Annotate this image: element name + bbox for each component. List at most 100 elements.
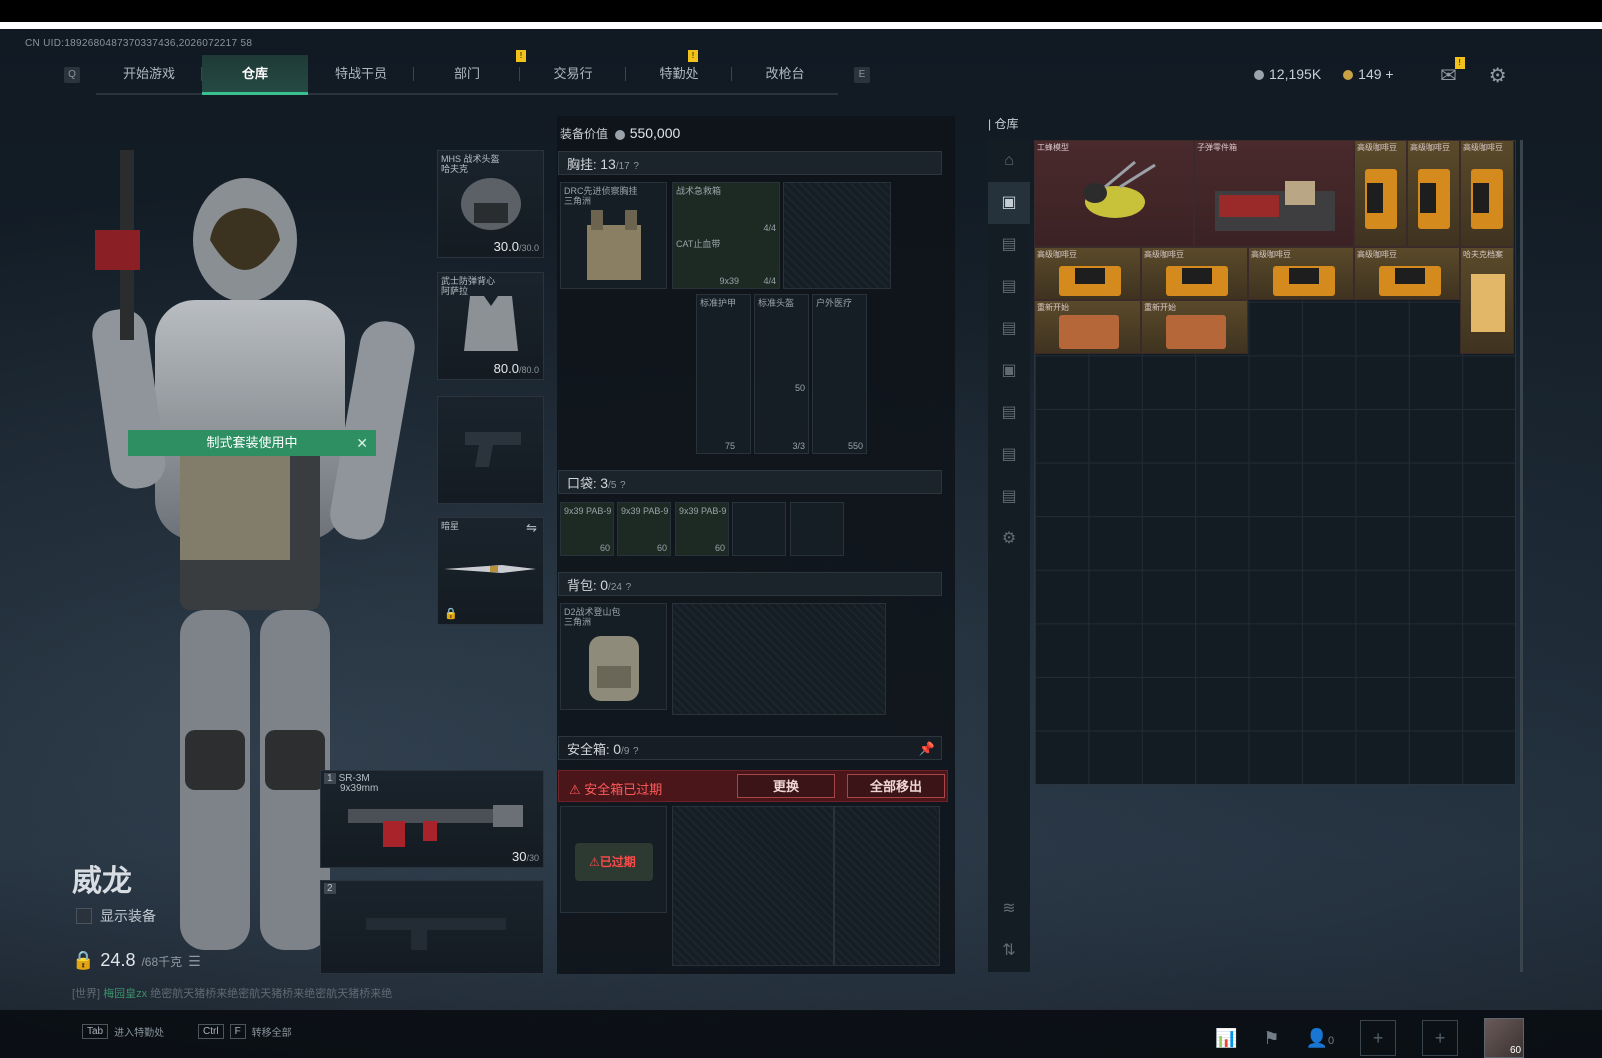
storage-tab-3-icon[interactable]: ▤ [988,266,1030,308]
warehouse-item-coffee-4[interactable]: 高级咖啡豆 [1034,247,1141,300]
top-black-bar [0,0,1602,22]
secondary-weapon-slot[interactable]: 2 [320,880,544,974]
warehouse-scrollbar[interactable] [1520,140,1523,972]
primary-weapon-slot[interactable]: 1 SR-3M 9x39mm 30/30 [320,770,544,868]
pocket-item-3[interactable]: 9x39 PAB-9 60 [675,502,729,556]
chest-storage-a[interactable]: 战术急救箱 4/4 CAT止血带 4/4 9x39 [672,182,780,289]
warehouse-item-coffee-2[interactable]: 高级咖啡豆 [1407,140,1460,247]
rifle-silhouette-icon [366,918,506,950]
coffee-bag-icon [1166,266,1228,296]
help-icon[interactable]: ? [626,582,632,593]
tab-warehouse[interactable]: 仓库 [202,55,308,95]
safe-storage-b[interactable] [834,806,940,966]
top-right-icons: ✉! ⚙ [1440,57,1507,88]
safe-box-slot[interactable]: ⚠已过期 [560,806,667,913]
tab-special-ops[interactable]: 特勤处! [626,50,732,93]
close-icon[interactable]: ✕ [356,430,368,456]
warehouse-item-coffee-1[interactable]: 高级咖啡豆 [1354,140,1407,247]
invite-slot-1-button[interactable]: + [1360,1020,1397,1056]
warehouse-item-wasp-model[interactable]: 工蜂模型 [1034,140,1194,247]
tab-department[interactable]: 部门! [414,50,526,93]
backpack-storage[interactable] [672,603,886,715]
storage-tab-7-icon[interactable]: ▤ [988,434,1030,476]
player-avatar[interactable]: 60 [1484,1018,1525,1058]
warehouse-item-coffee-3[interactable]: 高级咖啡豆 [1460,140,1514,247]
add-currency-button[interactable]: + [1385,66,1393,82]
replace-button[interactable]: 更换 [737,774,835,798]
storage-tab-6-icon[interactable]: ▤ [988,392,1030,434]
transfer-all-hint[interactable]: Ctrl F 转移全部 [198,1024,292,1039]
pocket-empty-1[interactable] [732,502,786,556]
invite-slot-2-button[interactable]: + [1422,1020,1459,1056]
coffee-bag-icon [1471,169,1503,229]
all-items-icon[interactable]: ⌂ [988,140,1030,182]
armor-slot[interactable]: 武士防弹背心 阿萨拉 80.0/80.0 [437,272,544,380]
sort-icon[interactable]: ⇅ [988,930,1030,972]
nav-right-key[interactable]: E [854,67,870,83]
helmet-slot[interactable]: MHS 战术头盔 哈夫克 30.0/30.0 [437,150,544,258]
notice-badge-icon: ! [1454,57,1465,69]
stats-chart-icon[interactable]: 📊 [1215,1028,1237,1049]
safe-expired-bar: ⚠ 安全箱已过期 更换 全部移出 [558,770,948,802]
chest-rig-slot[interactable]: DRC先进侦察胸挂 三角洲 [560,182,667,289]
leather-case-icon [1166,315,1226,349]
warehouse-title: | 仓库 [988,117,1019,131]
warehouse-item-coffee-5[interactable]: 高级咖啡豆 [1141,247,1248,300]
backpack-header: 背包: 0/24 ? [558,572,942,596]
nav-left-key[interactable]: Q [64,67,80,83]
storage-settings-icon[interactable]: ⚙ [988,518,1030,560]
silver-coin-icon [614,129,625,140]
main-nav: Q 开始游戏 仓库 特战干员 部门! 交易行 特勤处! 改枪台 E [64,50,870,95]
pocket-empty-2[interactable] [790,502,844,556]
swap-icon[interactable]: ⇋ [526,520,537,536]
safe-storage-a[interactable] [672,806,834,966]
mail-icon[interactable]: ✉! [1440,57,1465,88]
storage-tab-4-icon[interactable]: ▤ [988,308,1030,350]
storage-tab-8-icon[interactable]: ▤ [988,476,1030,518]
pistol-slot[interactable] [437,396,544,504]
show-gear-toggle[interactable]: 显示装备 [76,906,156,926]
tab-gunsmith[interactable]: 改枪台 [732,55,838,93]
helmet-icon [461,178,521,230]
tab-market[interactable]: 交易行 [520,55,626,93]
friends-icon[interactable]: 👤0 [1306,1028,1335,1049]
top-white-line [0,22,1602,29]
checkbox[interactable] [76,908,92,924]
chest-storage-b[interactable] [783,182,891,289]
pocket-item-2[interactable]: 9x39 PAB-9 60 [617,502,671,556]
help-icon[interactable]: ? [633,161,639,172]
warehouse-item-restart-2[interactable]: 重新开始 [1141,300,1248,354]
knife-icon [444,565,536,573]
remove-all-button[interactable]: 全部移出 [847,774,945,798]
list-icon[interactable]: ☰ [188,953,201,970]
warehouse-item-coffee-7[interactable]: 高级咖啡豆 [1354,247,1460,300]
warehouse-item-haavk-file[interactable]: 哈夫克档案 [1460,247,1514,354]
help-icon[interactable]: ? [633,746,639,757]
settings-gear-icon[interactable]: ⚙ [1489,63,1507,88]
enter-special-ops-hint[interactable]: Tab 进入特勤处 [82,1024,164,1039]
chest-sub-cell-2[interactable]: 标准头盔 50 3/3 [754,294,809,454]
warehouse-item-coffee-6[interactable]: 高级咖啡豆 [1248,247,1354,300]
chest-sub-cell-3[interactable]: 户外医疗 550 [812,294,867,454]
tab-start-game[interactable]: 开始游戏 [96,55,202,93]
flag-icon[interactable]: ⚑ [1263,1028,1279,1049]
chest-rig-icon [587,210,641,280]
tab-operators[interactable]: 特战干员 [308,55,414,93]
help-icon[interactable]: ? [620,480,626,491]
backpack-slot[interactable]: D2战术登山包 三角洲 [560,603,667,710]
pocket-item-1[interactable]: 9x39 PAB-9 60 [560,502,614,556]
storage-tab-1-icon[interactable]: ▣ [988,182,1030,224]
pistol-icon [465,432,521,467]
layers-icon[interactable]: ≋ [988,888,1030,930]
warehouse-item-ammo-parts-box[interactable]: 子弹零件箱 [1194,140,1354,247]
storage-tab-5-icon[interactable]: ▣ [988,350,1030,392]
leather-case-icon [1059,315,1119,349]
operator-name: 威龙 [72,865,132,898]
notice-badge-icon: ! [688,50,698,62]
warehouse-item-restart-1[interactable]: 重新开始 [1034,300,1141,354]
pin-icon[interactable]: 📌 [919,737,935,761]
gold-currency[interactable]: 149 + [1343,66,1394,82]
chest-sub-cell-1[interactable]: 标准护甲 75 [696,294,751,454]
melee-slot[interactable]: 暗星 ⇋ 🔒 [437,517,544,625]
storage-tab-2-icon[interactable]: ▤ [988,224,1030,266]
